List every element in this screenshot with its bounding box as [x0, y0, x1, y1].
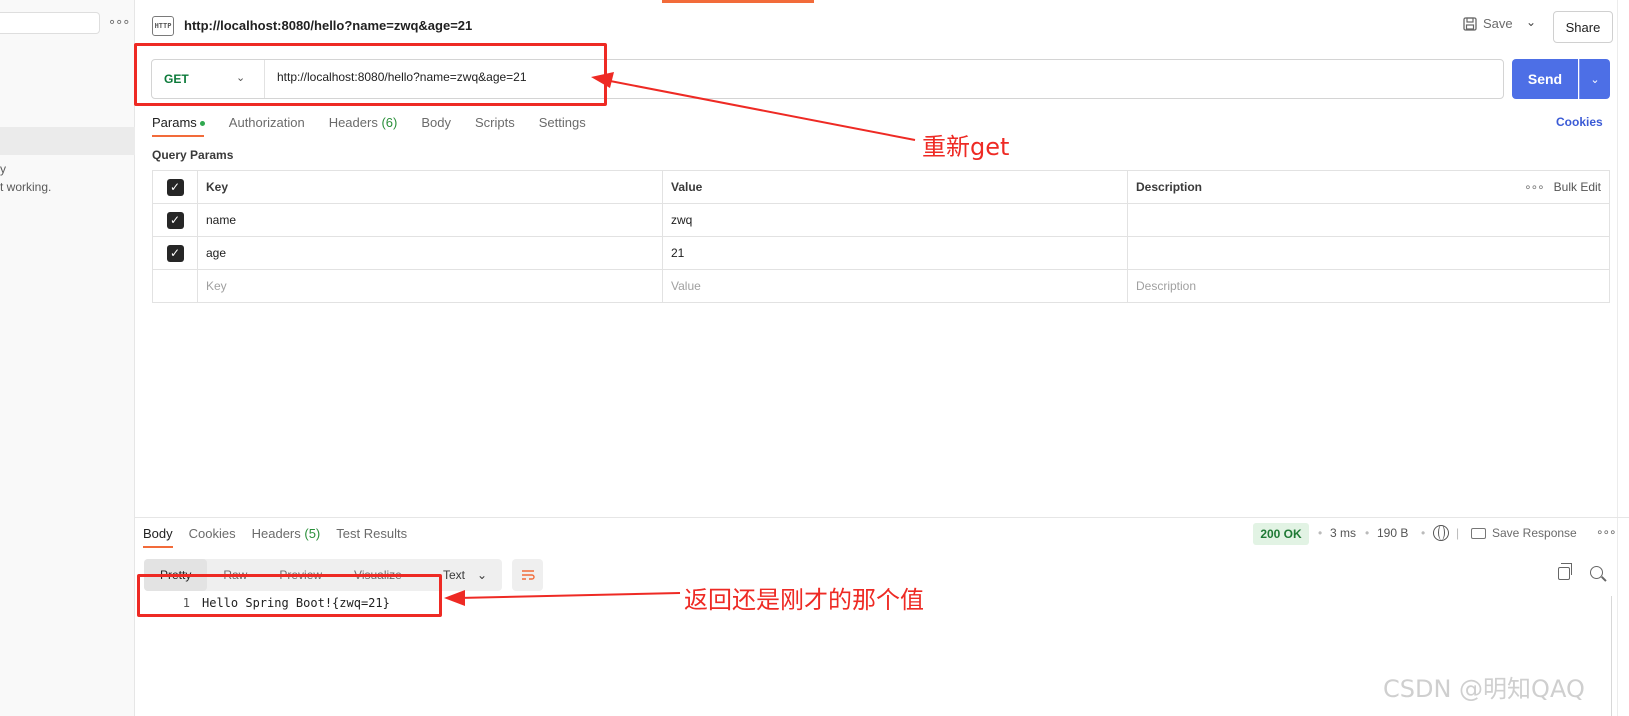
- annotation-text-same-value: 返回还是刚才的那个值: [684, 586, 924, 614]
- annotation-text-reget: 重新get: [922, 133, 1010, 161]
- watermark: CSDN @明知QAQ: [1383, 675, 1585, 703]
